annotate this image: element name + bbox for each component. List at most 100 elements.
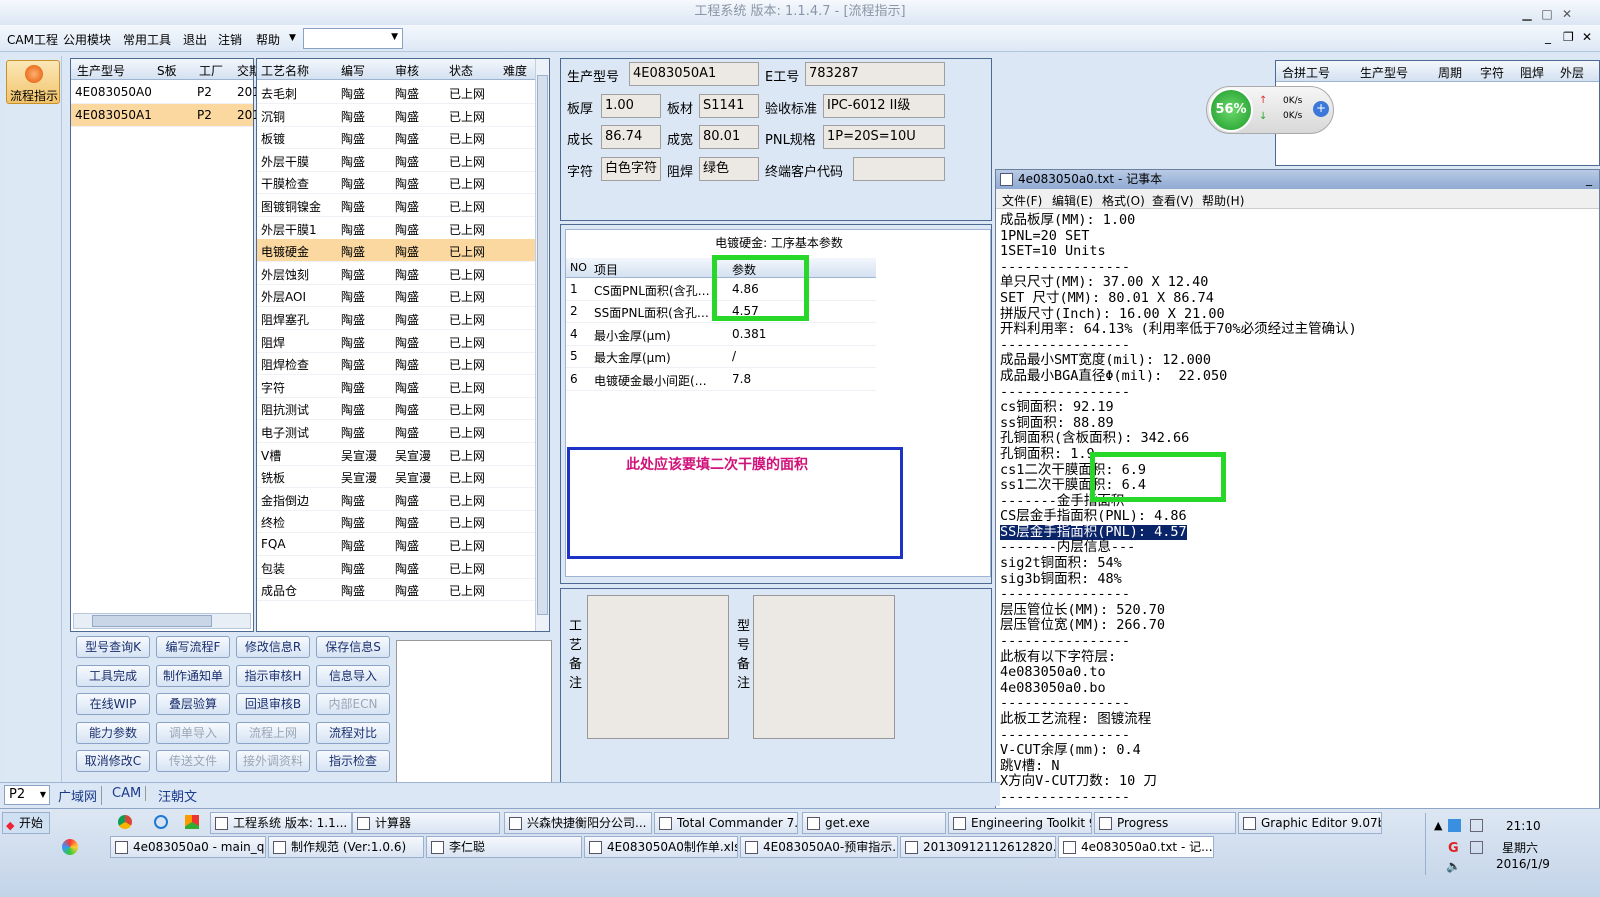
table-row[interactable]: 外层干膜1 陶盛 陶盛 已上网 — [257, 217, 535, 240]
process-remark-textarea[interactable] — [587, 595, 729, 739]
menu-tools[interactable]: 常用工具 — [123, 31, 171, 48]
notepad-title-bar[interactable]: 4e083050a0.txt - 记事本 _ — [996, 170, 1599, 189]
table-row[interactable]: 阻焊塞孔 陶盛 陶盛 已上网 — [257, 307, 535, 330]
tray-icon[interactable]: G — [1448, 841, 1459, 856]
table-row[interactable]: 6 电镀硬金最小间距(… 7.8 — [566, 368, 876, 391]
col-header[interactable]: 工厂 — [199, 62, 223, 79]
table-row[interactable]: 图镀铜镍金 陶盛 陶盛 已上网 — [257, 194, 535, 217]
table-row[interactable]: 阻焊检查 陶盛 陶盛 已上网 — [257, 352, 535, 376]
taskbar-button[interactable]: Engineering Toolkit 9.... — [948, 812, 1092, 834]
scrollbar-thumb[interactable] — [537, 75, 548, 615]
action-button[interactable]: 编写流程F — [156, 636, 230, 658]
maximize-icon[interactable]: □ — [1538, 2, 1556, 26]
taskbar-button[interactable]: 4E083050A0-预审指示... — [740, 836, 898, 858]
mdi-minimize-icon[interactable]: _ — [1545, 30, 1551, 44]
menu-format[interactable]: 格式(O) — [1102, 192, 1145, 209]
col-header[interactable]: 编写 — [341, 62, 365, 79]
action-button[interactable]: 能力参数 — [76, 721, 150, 744]
silkscreen-field[interactable]: 白色字符 — [601, 157, 661, 181]
action-button[interactable]: 叠层验算 — [156, 693, 230, 715]
taskbar-button[interactable]: Progress — [1094, 812, 1236, 834]
menu-view[interactable]: 查看(V) — [1152, 192, 1194, 209]
mdi-close-icon[interactable]: ✕ — [1582, 30, 1592, 44]
col-header[interactable]: 生产型号 — [1360, 64, 1408, 81]
standard-field[interactable]: IPC-6012 II级 — [823, 94, 945, 118]
table-row[interactable]: 板镀 陶盛 陶盛 已上网 — [257, 126, 535, 150]
table-row[interactable]: 5 最大金厚(μm) / — [566, 345, 876, 369]
col-header[interactable]: NO — [570, 261, 587, 274]
action-button[interactable]: 回退审核B — [236, 693, 310, 715]
table-row[interactable]: 外层干膜 陶盛 陶盛 已上网 — [257, 149, 535, 172]
pnl-field[interactable]: 1P=20S=10U — [823, 125, 945, 149]
status-tab[interactable]: 汪朝文 — [158, 786, 197, 805]
col-header[interactable]: 合拼工号 — [1282, 64, 1330, 81]
col-header[interactable]: 项目 — [594, 261, 618, 278]
table-row[interactable]: 电子测试 陶盛 陶盛 已上网 — [257, 420, 535, 443]
model-remark-textarea[interactable] — [753, 595, 895, 739]
menu-help[interactable]: 帮助(H) — [1202, 192, 1244, 209]
table-row[interactable]: 4E083050A1 P2 201 — [71, 104, 260, 127]
table-row[interactable]: 成品仓 陶盛 陶盛 已上网 — [257, 578, 535, 602]
taskbar-button[interactable]: 4e083050a0 - main_qa — [110, 836, 266, 858]
menu-file[interactable]: 文件(F) — [1002, 192, 1042, 209]
taskbar-button[interactable]: 李仁聪 — [426, 836, 582, 858]
action-button[interactable]: 信息导入 — [316, 664, 390, 687]
tray-icon[interactable] — [1470, 819, 1483, 832]
soldermask-field[interactable]: 绿色 — [699, 157, 759, 181]
table-row[interactable]: FQA 陶盛 陶盛 已上网 — [257, 533, 535, 556]
status-tab[interactable]: 广域网 — [58, 786, 103, 805]
action-button[interactable]: 制作通知单 — [156, 664, 230, 687]
table-row[interactable]: 铣板 吴宣漫 吴宣漫 已上网 — [257, 465, 535, 489]
table-row[interactable]: 阻焊 陶盛 陶盛 已上网 — [257, 330, 535, 353]
table-row[interactable]: 字符 陶盛 陶盛 已上网 — [257, 375, 535, 398]
horizontal-scrollbar[interactable] — [73, 613, 251, 629]
flow-indicator-button[interactable]: 流程指示 — [6, 60, 60, 104]
plant-select[interactable]: P2 ▼ — [4, 785, 50, 805]
volume-icon[interactable]: 🔈 — [1446, 859, 1461, 873]
taskbar-button[interactable]: 工程系统 版本: 1.1... — [210, 812, 352, 834]
action-button[interactable]: 修改信息R — [236, 636, 310, 658]
tray-icon[interactable] — [1448, 819, 1461, 832]
menu-edit[interactable]: 编辑(E) — [1052, 192, 1093, 209]
thickness-field[interactable]: 1.00 — [601, 94, 661, 118]
action-button[interactable]: 指示检查 — [316, 750, 390, 772]
table-row[interactable]: 外层AOI 陶盛 陶盛 已上网 — [257, 284, 535, 308]
length-field[interactable]: 86.74 — [601, 125, 661, 149]
notepad-text-area[interactable]: 成品板厚(MM): 1.00 1PNL=20 SET 1SET=10 Units --… — [1000, 212, 1598, 806]
col-header[interactable]: 工艺名称 — [261, 62, 309, 79]
menu-exit[interactable]: 退出 — [183, 31, 207, 48]
col-header[interactable]: 字符 — [1480, 64, 1504, 81]
width-field[interactable]: 80.01 — [699, 125, 759, 149]
chevron-up-icon[interactable]: ▲ — [1434, 819, 1442, 832]
action-button[interactable]: 在线WIP — [76, 693, 150, 715]
col-header[interactable]: S板 — [157, 62, 177, 79]
table-row[interactable]: 4 最小金厚(μm) 0.381 — [566, 323, 876, 346]
col-header[interactable]: 状态 — [449, 62, 473, 79]
col-header[interactable]: 审核 — [395, 62, 419, 79]
table-row[interactable]: 电镀硬金 陶盛 陶盛 已上网 — [257, 239, 535, 263]
status-tab[interactable]: CAM — [112, 786, 147, 801]
plus-icon[interactable]: + — [1313, 101, 1329, 117]
prod-model-field[interactable]: 4E083050A1 — [629, 62, 759, 86]
col-header[interactable]: 周期 — [1438, 64, 1462, 81]
table-row[interactable]: 终检 陶盛 陶盛 已上网 — [257, 510, 535, 534]
mdi-restore-icon[interactable]: ❐ — [1563, 30, 1574, 44]
taskbar-button[interactable]: 计算器 — [352, 812, 500, 834]
app-icon[interactable] — [185, 815, 199, 829]
start-button[interactable]: ◆ 开始 — [2, 812, 50, 834]
action-button[interactable]: 工具完成 — [76, 664, 150, 687]
col-header[interactable]: 阻焊 — [1520, 64, 1544, 81]
vertical-scrollbar[interactable] — [535, 59, 549, 631]
scrollbar-thumb[interactable] — [92, 615, 212, 627]
taskbar-button[interactable]: 4e083050a0.txt - 记... — [1058, 836, 1214, 858]
table-row[interactable]: 去毛刺 陶盛 陶盛 已上网 — [257, 81, 535, 104]
customer-code-field[interactable] — [853, 157, 945, 181]
table-row[interactable]: 沉铜 陶盛 陶盛 已上网 — [257, 104, 535, 127]
minimize-icon[interactable]: _ — [1586, 170, 1592, 189]
taskbar-button[interactable]: Graphic Editor 9.07b2 ... — [1238, 812, 1382, 834]
app-icon[interactable] — [62, 839, 78, 855]
action-button[interactable]: 指示审核H — [236, 664, 310, 687]
menu-logout[interactable]: 注销 — [218, 31, 242, 48]
clock-time[interactable]: 21:10 — [1506, 819, 1541, 833]
table-row[interactable]: 阻抗测试 陶盛 陶盛 已上网 — [257, 397, 535, 421]
